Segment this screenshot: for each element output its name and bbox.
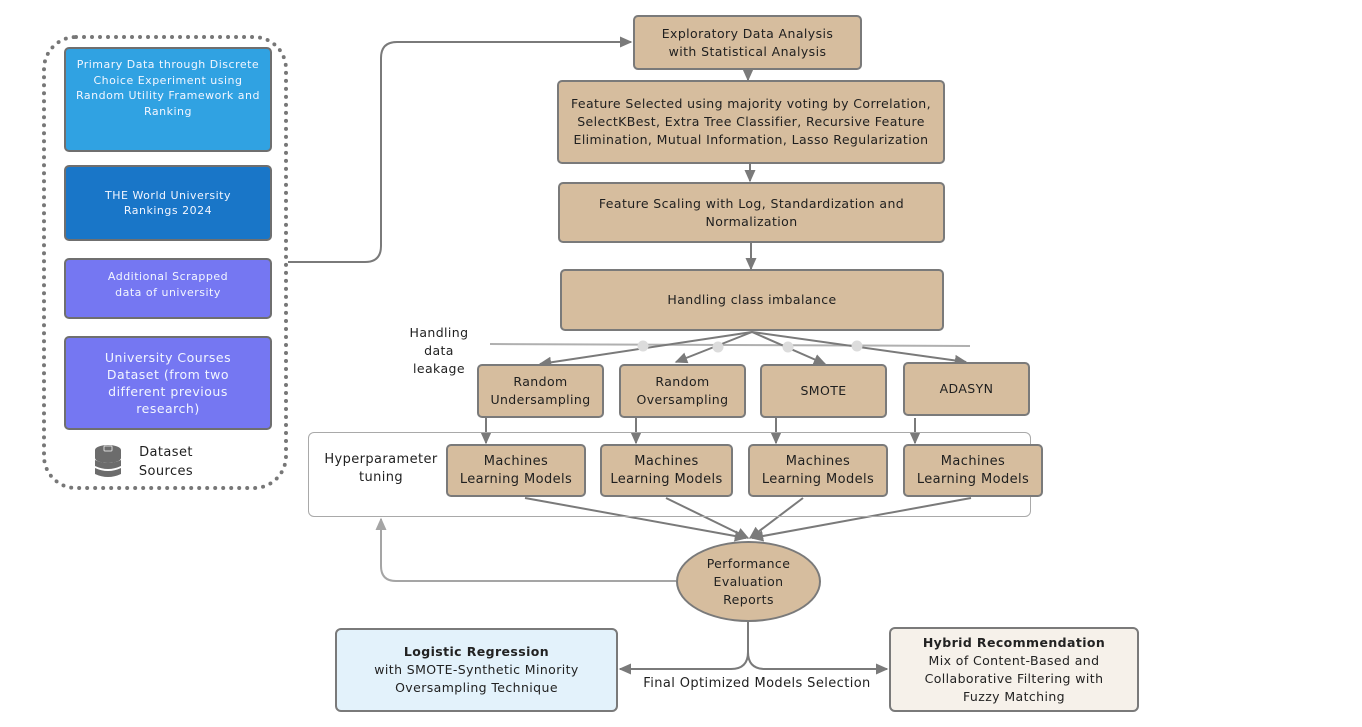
- leakage-dot: [712, 341, 724, 353]
- feature-selection-label: Feature Selected using majority voting b…: [570, 96, 931, 147]
- random-oversampling-label: Random Oversampling: [636, 374, 729, 407]
- ml-models-box-4: Machines Learning Models: [903, 444, 1043, 497]
- hybrid-recommendation-title: Hybrid Recommendation: [922, 634, 1106, 650]
- hyperparameter-tuning-label: Hyperparameter tuning: [316, 451, 446, 487]
- source-primary-data-label: Primary Data through Discrete Choice Exp…: [76, 58, 260, 118]
- random-undersampling-box: Random Undersampling: [477, 364, 604, 418]
- feature-selection-box: Feature Selected using majority voting b…: [557, 80, 945, 164]
- dataset-sources-caption: Dataset Sources: [130, 443, 202, 481]
- leakage-line: [489, 343, 971, 347]
- ml-models-box-2: Machines Learning Models: [600, 444, 733, 497]
- ml-models-box-1: Machines Learning Models: [446, 444, 586, 497]
- source-scrapped-data-label: Additional Scrapped data of university: [107, 270, 229, 299]
- ml-models-label-2: Machines Learning Models: [610, 453, 723, 487]
- ml-models-box-3: Machines Learning Models: [748, 444, 888, 497]
- connector-eval-to-hybrid: [747, 651, 889, 675]
- source-the-rankings-label: THE World University Rankings 2024: [105, 188, 231, 218]
- source-the-rankings: THE World University Rankings 2024: [64, 165, 272, 241]
- random-oversampling-box: Random Oversampling: [619, 364, 746, 418]
- class-imbalance-box: Handling class imbalance: [560, 269, 944, 331]
- leakage-dot: [637, 340, 649, 352]
- eda-label: Exploratory Data Analysis with Statistic…: [661, 25, 834, 59]
- connector-imbalance-to-smote: [751, 331, 827, 365]
- eda-box: Exploratory Data Analysis with Statistic…: [633, 15, 862, 70]
- feature-scaling-label: Feature Scaling with Log, Standardizatio…: [598, 195, 905, 229]
- logistic-regression-line1: with SMOTE-Synthetic Minority: [374, 662, 579, 677]
- hyperparameter-label-line2: tuning: [358, 470, 404, 485]
- smote-box: SMOTE: [760, 364, 887, 418]
- adasyn-label: ADASYN: [939, 381, 994, 396]
- hybrid-recommendation-line3: Fuzzy Matching: [963, 688, 1065, 704]
- ml-models-label-4: Machines Learning Models: [916, 453, 1030, 487]
- hyperparameter-label-line1: Hyperparameter: [324, 452, 438, 467]
- ml-models-label-1: Machines Learning Models: [459, 453, 573, 487]
- data-leakage-label: Handling data leakage: [393, 324, 485, 378]
- connector-imbalance-to-undersampling: [538, 331, 753, 368]
- connector-feedback-to-tuning: [375, 517, 676, 582]
- source-courses-dataset-label: University Courses Dataset (from two dif…: [104, 350, 232, 416]
- feature-scaling-box: Feature Scaling with Log, Standardizatio…: [558, 182, 945, 243]
- connector-imbalance-to-adasyn: [751, 331, 968, 366]
- logistic-regression-box: Logistic Regression with SMOTE-Synthetic…: [335, 628, 618, 712]
- ml-models-label-3: Machines Learning Models: [761, 453, 875, 487]
- logistic-regression-title: Logistic Regression: [403, 644, 550, 659]
- hybrid-recommendation-box: Hybrid Recommendation Mix of Content-Bas…: [889, 627, 1139, 712]
- final-selection-label: Final Optimized Models Selection: [643, 676, 871, 691]
- random-undersampling-label: Random Undersampling: [490, 374, 591, 407]
- data-leakage-label-line1: Handling data: [409, 325, 469, 358]
- flow-diagram: Primary Data through Discrete Choice Exp…: [0, 0, 1362, 727]
- leakage-dot: [851, 340, 863, 352]
- database-icon: [95, 445, 121, 477]
- logistic-regression-line2: Oversampling Technique: [395, 680, 558, 695]
- performance-evaluation-label: Performance Evaluation Reports: [706, 555, 791, 607]
- connector-imbalance-to-oversampling: [674, 331, 753, 364]
- dataset-sources-caption-line1: Dataset: [139, 445, 193, 460]
- adasyn-box: ADASYN: [903, 362, 1030, 416]
- hybrid-recommendation-line2: Collaborative Filtering with: [924, 670, 1104, 686]
- hybrid-recommendation-line1: Mix of Content-Based and: [928, 652, 1100, 668]
- source-scrapped-data: Additional Scrapped data of university: [64, 258, 272, 319]
- source-courses-dataset: University Courses Dataset (from two dif…: [64, 336, 272, 430]
- performance-evaluation-node: Performance Evaluation Reports: [676, 541, 821, 622]
- source-primary-data: Primary Data through Discrete Choice Exp…: [64, 47, 272, 152]
- leakage-dot: [782, 341, 794, 353]
- data-leakage-label-line2: leakage: [413, 361, 465, 376]
- dataset-sources-caption-line2: Sources: [138, 464, 194, 479]
- smote-label: SMOTE: [800, 383, 847, 398]
- class-imbalance-label: Handling class imbalance: [667, 292, 837, 307]
